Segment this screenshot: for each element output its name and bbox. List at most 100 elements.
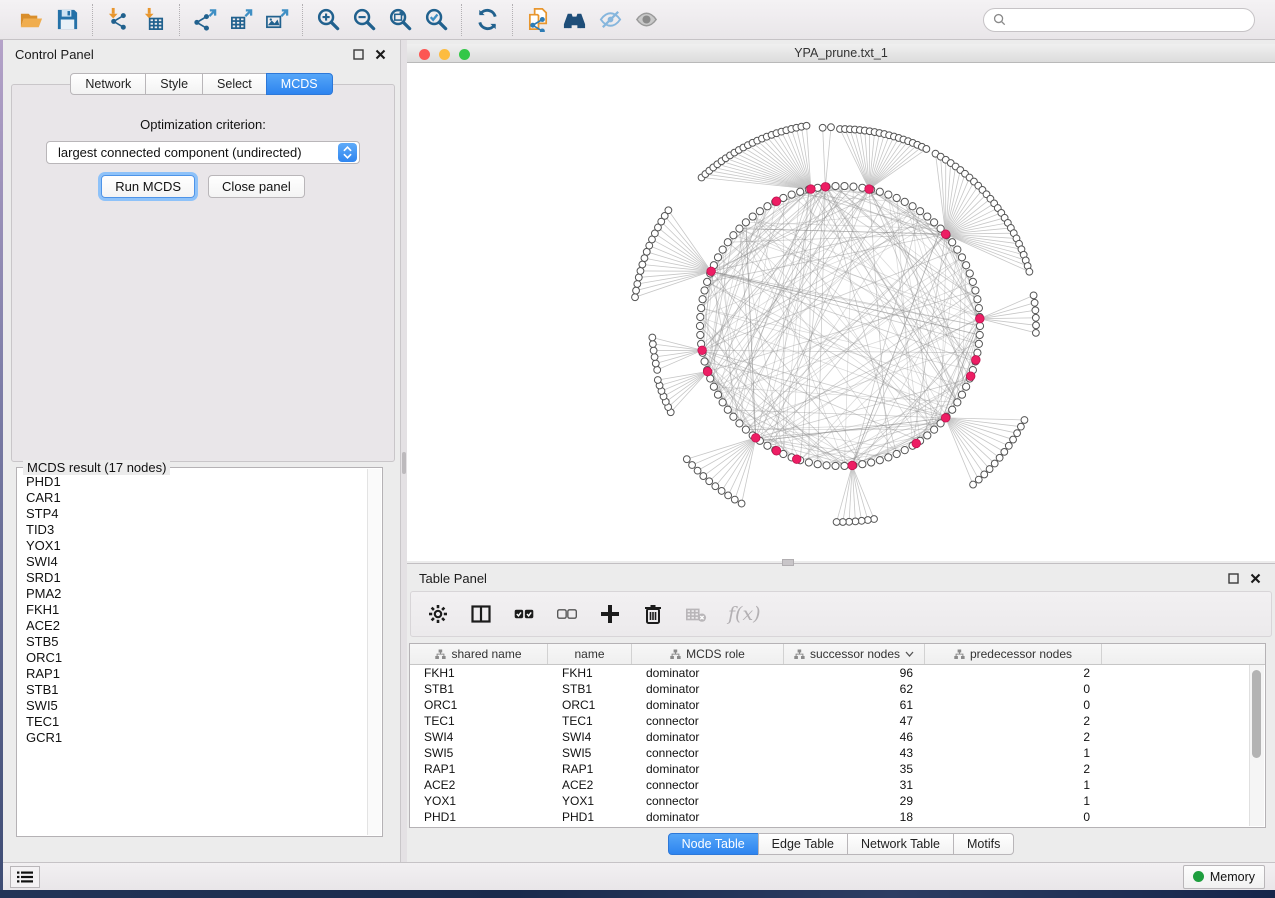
- horizontal-splitter-grip[interactable]: [782, 559, 794, 566]
- mcds-result-item[interactable]: FKH1: [18, 602, 367, 618]
- refresh-view-button[interactable]: [471, 5, 503, 35]
- zoom-selected-button[interactable]: [420, 5, 452, 35]
- search-network-button[interactable]: [558, 5, 590, 35]
- float-panel-icon[interactable]: [350, 46, 366, 62]
- mcds-result-item[interactable]: TEC1: [18, 714, 367, 730]
- import-network-button[interactable]: [102, 5, 134, 35]
- mcds-result-item[interactable]: GCR1: [18, 730, 367, 746]
- mcds-result-item[interactable]: SRD1: [18, 570, 367, 586]
- save-session-button[interactable]: [51, 5, 83, 35]
- table-row[interactable]: PHD1PHD1dominator180: [410, 809, 1265, 825]
- column-header-MCDS-role[interactable]: MCDS role: [632, 644, 784, 664]
- close-panel-icon[interactable]: [372, 46, 388, 62]
- import-table-button[interactable]: [138, 5, 170, 35]
- network-canvas[interactable]: [407, 63, 1275, 561]
- table-row[interactable]: RAP1RAP1dominator352: [410, 761, 1265, 777]
- delete-column-button[interactable]: [642, 599, 664, 629]
- float-table-panel-icon[interactable]: [1225, 570, 1241, 586]
- export-table-icon: [229, 7, 254, 32]
- mcds-result-item[interactable]: PMA2: [18, 586, 367, 602]
- mcds-result-item[interactable]: TID3: [18, 522, 367, 538]
- hide-selected-button[interactable]: [594, 5, 626, 35]
- column-label: successor nodes: [810, 647, 900, 661]
- table-row[interactable]: SWI4SWI4dominator462: [410, 729, 1265, 745]
- table-row[interactable]: FKH1FKH1dominator962: [410, 665, 1265, 681]
- column-header-shared-name[interactable]: shared name: [410, 644, 548, 664]
- table-row[interactable]: SWI5SWI5connector431: [410, 745, 1265, 761]
- column-header-predecessor-nodes[interactable]: predecessor nodes: [925, 644, 1102, 664]
- tab-node-table[interactable]: Node Table: [668, 833, 759, 855]
- network-titlebar[interactable]: YPA_prune.txt_1: [407, 44, 1275, 63]
- column-header-name[interactable]: name: [548, 644, 632, 664]
- table-cell: 29: [784, 794, 925, 808]
- open-file-button[interactable]: [15, 5, 47, 35]
- table-cell: 43: [784, 746, 925, 760]
- criterion-label: Optimization criterion:: [12, 117, 394, 132]
- search-input[interactable]: [1012, 11, 1245, 28]
- tab-edge-table[interactable]: Edge Table: [758, 833, 848, 855]
- mcds-result-item[interactable]: SWI5: [18, 698, 367, 714]
- export-image-button[interactable]: [261, 5, 293, 35]
- table-cell: PHD1: [548, 810, 632, 824]
- table-row[interactable]: YOX1YOX1connector291: [410, 793, 1265, 809]
- splitter-grip[interactable]: [402, 452, 406, 474]
- table-cell: 46: [784, 730, 925, 744]
- run-mcds-button[interactable]: Run MCDS: [101, 175, 195, 198]
- zoom-fit-button[interactable]: [384, 5, 416, 35]
- table-row[interactable]: ACE2ACE2connector311: [410, 777, 1265, 793]
- tab-network[interactable]: Network: [70, 73, 146, 95]
- memory-label: Memory: [1210, 870, 1255, 884]
- mcds-result-item[interactable]: STB5: [18, 634, 367, 650]
- mcds-result-item[interactable]: CAR1: [18, 490, 367, 506]
- mcds-result-item[interactable]: SWI4: [18, 554, 367, 570]
- show-all-button[interactable]: [630, 5, 662, 35]
- search-box[interactable]: [983, 8, 1255, 32]
- column-label: predecessor nodes: [970, 647, 1072, 661]
- toolbar-group: [6, 4, 92, 36]
- table-cell: 1: [925, 794, 1102, 808]
- table-cell: PHD1: [410, 810, 548, 824]
- mcds-result-item[interactable]: ACE2: [18, 618, 367, 634]
- table-scrollbar-thumb[interactable]: [1252, 670, 1261, 758]
- tab-mcds[interactable]: MCDS: [266, 73, 333, 95]
- tab-style[interactable]: Style: [145, 73, 203, 95]
- table-row[interactable]: TEC1TEC1connector472: [410, 713, 1265, 729]
- table-cell: 2: [925, 714, 1102, 728]
- table-row[interactable]: STB1STB1dominator620: [410, 681, 1265, 697]
- mcds-result-item[interactable]: YOX1: [18, 538, 367, 554]
- mcds-list-scrollbar[interactable]: [367, 469, 381, 835]
- memory-button[interactable]: Memory: [1183, 865, 1265, 889]
- zoom-out-button[interactable]: [348, 5, 380, 35]
- mcds-result-item[interactable]: RAP1: [18, 666, 367, 682]
- mcds-result-item[interactable]: STB1: [18, 682, 367, 698]
- table-toolbar: f(x): [410, 591, 1272, 637]
- close-table-panel-icon[interactable]: [1247, 570, 1263, 586]
- panel-list-button[interactable]: [10, 866, 40, 888]
- table-row[interactable]: ORC1ORC1dominator610: [410, 697, 1265, 713]
- show-columns-button[interactable]: [470, 599, 492, 629]
- mcds-result-item[interactable]: STP4: [18, 506, 367, 522]
- list-icon: [17, 871, 33, 883]
- tab-network-table[interactable]: Network Table: [847, 833, 954, 855]
- tab-motifs[interactable]: Motifs: [953, 833, 1014, 855]
- add-column-button[interactable]: [599, 599, 621, 629]
- deselect-all-rows-button[interactable]: [556, 599, 578, 629]
- zoom-out-icon: [352, 7, 377, 32]
- criterion-select[interactable]: largest connected component (undirected): [46, 141, 360, 164]
- copy-network-button[interactable]: [522, 5, 554, 35]
- table-panel-titlebar: Table Panel: [407, 564, 1275, 592]
- export-network-button[interactable]: [189, 5, 221, 35]
- export-table-button[interactable]: [225, 5, 257, 35]
- mcds-result-item[interactable]: ORC1: [18, 650, 367, 666]
- zoom-in-button[interactable]: [312, 5, 344, 35]
- column-header-successor-nodes[interactable]: successor nodes: [784, 644, 925, 664]
- column-label: shared name: [451, 647, 521, 661]
- close-panel-button[interactable]: Close panel: [208, 175, 305, 198]
- mcds-result-item[interactable]: PHD1: [18, 474, 367, 490]
- select-all-rows-button[interactable]: [513, 599, 535, 629]
- table-scrollbar[interactable]: [1249, 665, 1264, 826]
- table-settings-button[interactable]: [427, 599, 449, 629]
- toolbar-group: [512, 4, 671, 36]
- network-graph[interactable]: [407, 63, 1275, 561]
- tab-select[interactable]: Select: [202, 73, 267, 95]
